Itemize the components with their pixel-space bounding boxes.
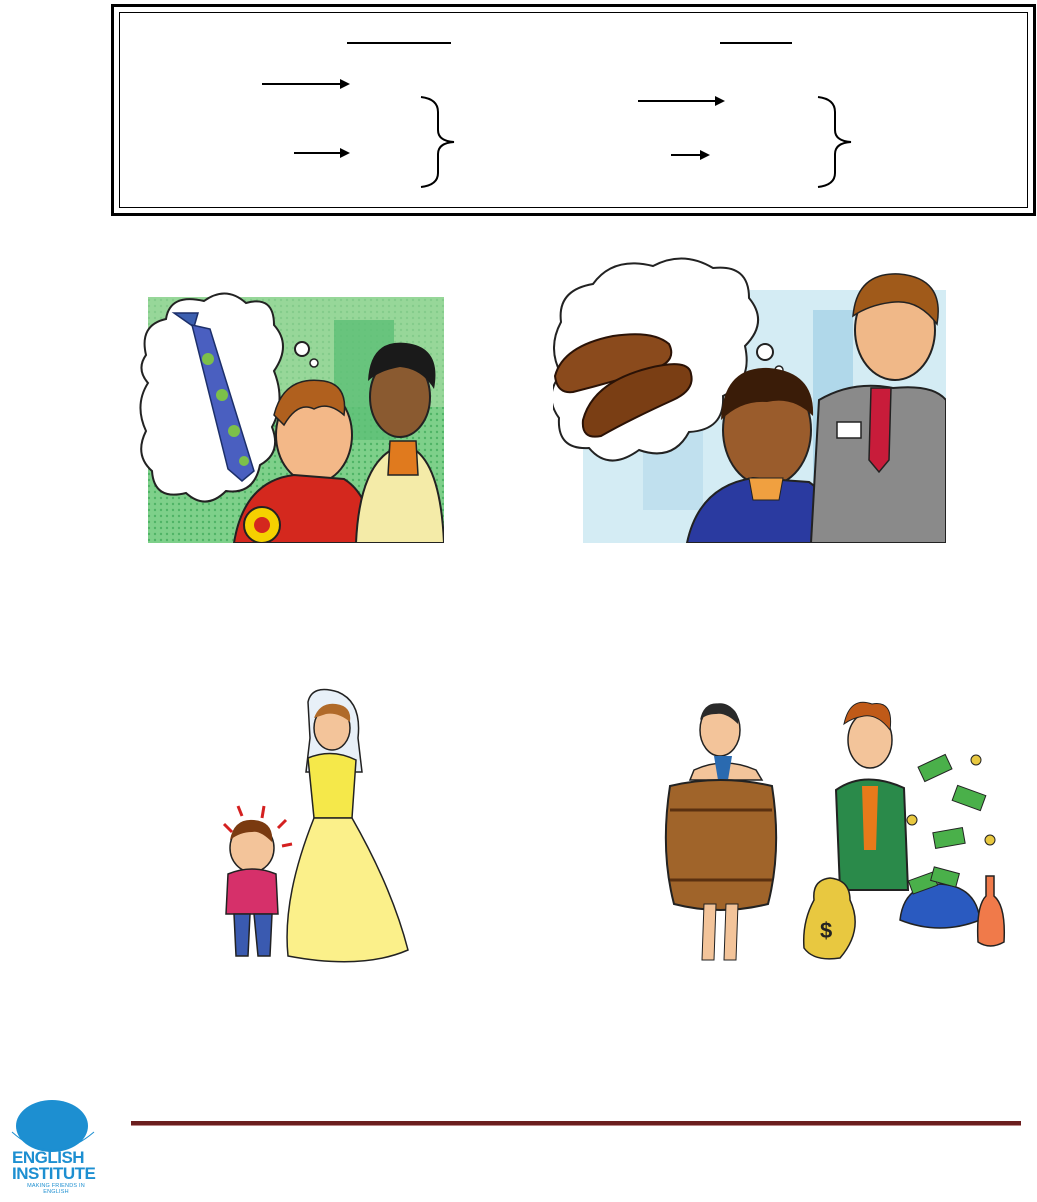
logo-tagline: MAKING FRIENDS IN ENGLISH — [27, 1183, 85, 1195]
grammar-box — [111, 4, 1036, 216]
grammar-arrows-and-braces — [262, 42, 852, 188]
arrow-left-bottom — [294, 148, 350, 158]
arrow-right-bottom — [671, 150, 710, 160]
shoes-thought-bubble-scene — [553, 250, 946, 543]
poor-man-and-rich-man: $ — [664, 700, 1007, 967]
brace-left — [420, 96, 455, 188]
footer-rule — [131, 1121, 1021, 1126]
brace-right — [817, 96, 852, 188]
tie-thought-bubble-scene — [134, 285, 444, 543]
short-man-and-bride — [212, 688, 412, 966]
logo-text-line2: INSTITUTE — [12, 1164, 96, 1183]
svg-text:$: $ — [820, 918, 832, 943]
arrow-right-top — [638, 96, 725, 106]
arrow-left-top — [262, 79, 350, 89]
